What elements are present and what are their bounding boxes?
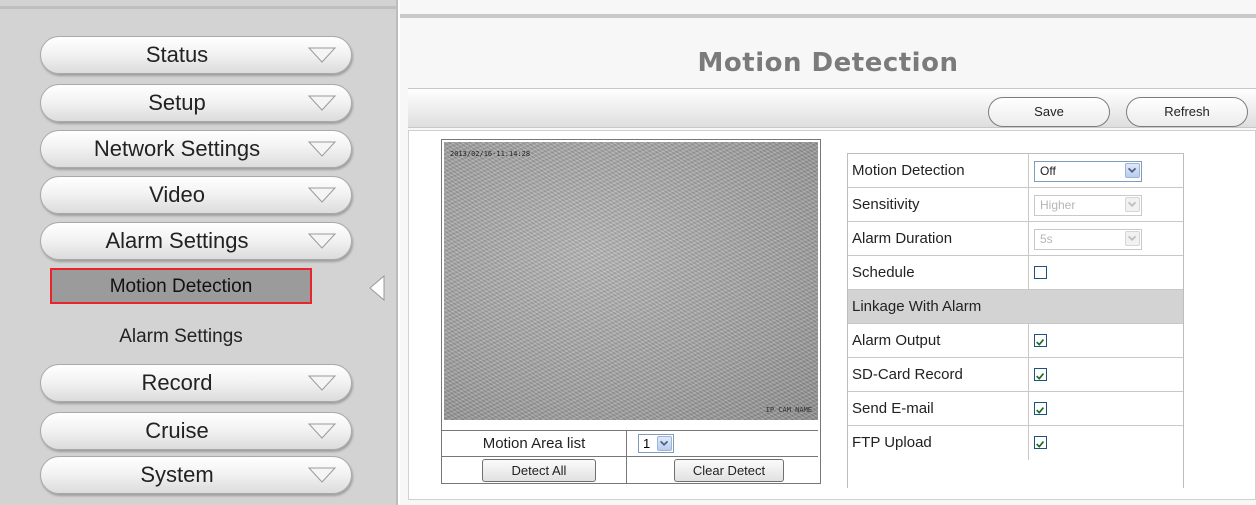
alarm-duration-row: Alarm Duration 5s <box>848 222 1183 256</box>
section-title: Linkage With Alarm <box>852 298 982 315</box>
toolbar: Save Refresh <box>408 88 1256 128</box>
clear-detect-button[interactable]: Clear Detect <box>674 459 784 482</box>
row-divider <box>1028 154 1029 188</box>
alarm-output-label: Alarm Output <box>852 332 941 349</box>
sidebar-nav: Status Setup Network Settings Video Alar… <box>0 0 398 505</box>
checkmark-icon <box>1036 406 1045 414</box>
chevron-down-icon <box>657 436 672 451</box>
alarm-duration-value: 5s <box>1040 232 1053 246</box>
motion-detection-panel: 2013/02/16-11:14:28 IP CAM NAME Motion A… <box>408 130 1256 500</box>
checkmark-icon <box>1036 440 1045 448</box>
sd-card-record-checkbox[interactable] <box>1034 368 1047 381</box>
menu-network-settings-button[interactable]: Network Settings <box>40 130 352 168</box>
sd-card-record-label: SD-Card Record <box>852 366 963 383</box>
send-email-row: Send E-mail <box>848 392 1183 426</box>
menu-label: Setup <box>148 90 206 115</box>
ftp-upload-checkbox[interactable] <box>1034 436 1047 449</box>
submenu-label: Motion Detection <box>109 276 253 297</box>
menu-system-button[interactable]: System <box>40 456 352 494</box>
menu-label: Cruise <box>145 418 209 443</box>
menu-label: Network Settings <box>93 136 261 161</box>
refresh-button[interactable]: Refresh <box>1126 97 1248 127</box>
submenu-alarm-settings[interactable]: Alarm Settings <box>50 320 312 356</box>
live-video-feed[interactable]: 2013/02/16-11:14:28 IP CAM NAME <box>444 142 818 420</box>
chevron-down-icon <box>307 141 337 157</box>
menu-label: Video <box>149 182 205 207</box>
video-timestamp: 2013/02/16-11:14:28 <box>450 150 531 158</box>
menu-label: Record <box>141 370 213 395</box>
chevron-down-icon <box>307 233 337 249</box>
chevron-down-icon <box>307 187 337 203</box>
menu-video-button[interactable]: Video <box>40 176 352 214</box>
linkage-with-alarm-header: Linkage With Alarm <box>848 290 1183 324</box>
motion-detection-row: Motion Detection Off <box>848 154 1183 188</box>
alarm-output-checkbox[interactable] <box>1034 334 1047 347</box>
chevron-down-icon <box>1125 197 1140 212</box>
motion-detection-select[interactable]: Off <box>1034 161 1142 182</box>
save-button[interactable]: Save <box>988 97 1110 127</box>
menu-cruise-button[interactable]: Cruise <box>40 412 352 450</box>
checkmark-icon <box>1036 338 1045 346</box>
row-divider <box>1028 222 1029 256</box>
submenu-motion-detection[interactable]: Motion Detection <box>50 268 312 304</box>
sensitivity-select: Higher <box>1034 195 1142 216</box>
motion-area-select[interactable]: 1 <box>638 434 674 453</box>
row-divider <box>1028 256 1029 290</box>
menu-status-button[interactable]: Status <box>40 36 352 74</box>
chevron-down-icon <box>307 47 337 63</box>
menu-alarm-settings-button[interactable]: Alarm Settings <box>40 222 352 260</box>
menu-label: Alarm Settings <box>105 228 249 253</box>
menu-label: Status <box>145 42 209 67</box>
motion-area-value: 1 <box>643 436 651 451</box>
chevron-down-icon <box>307 375 337 391</box>
row-divider <box>1028 358 1029 392</box>
row-divider <box>1028 426 1029 460</box>
motion-detection-label: Motion Detection <box>852 162 965 179</box>
detect-all-button[interactable]: Detect All <box>482 459 596 482</box>
sidebar-top-divider <box>0 6 398 9</box>
motion-area-list-label: Motion Area list <box>482 435 586 452</box>
chevron-down-icon <box>1125 163 1140 178</box>
alarm-duration-label: Alarm Duration <box>852 230 953 247</box>
motion-settings-table: Motion Detection Off Sensitivity Higher <box>847 153 1184 488</box>
main-top-divider <box>400 14 1256 18</box>
submenu-label: Alarm Settings <box>119 326 243 347</box>
video-camera-name: IP CAM NAME <box>765 406 812 414</box>
ftp-upload-row: FTP Upload <box>848 426 1183 460</box>
chevron-down-icon <box>307 423 337 439</box>
schedule-row: Schedule <box>848 256 1183 290</box>
menu-record-button[interactable]: Record <box>40 364 352 402</box>
row-divider <box>1028 392 1029 426</box>
checkmark-icon <box>1036 372 1045 380</box>
chevron-down-icon <box>307 95 337 111</box>
page-title: Motion Detection <box>697 48 959 78</box>
main-content: Motion Detection Save Refresh 2013/02/16… <box>400 0 1256 505</box>
menu-setup-button[interactable]: Setup <box>40 84 352 122</box>
chevron-down-icon <box>307 467 337 483</box>
menu-label: System <box>140 462 214 487</box>
alarm-output-row: Alarm Output <box>848 324 1183 358</box>
motion-detection-value: Off <box>1040 164 1056 178</box>
send-email-checkbox[interactable] <box>1034 402 1047 415</box>
sensitivity-row: Sensitivity Higher <box>848 188 1183 222</box>
sensitivity-label: Sensitivity <box>852 196 920 213</box>
schedule-label: Schedule <box>852 264 915 281</box>
send-email-label: Send E-mail <box>852 400 934 417</box>
sensitivity-value: Higher <box>1040 198 1076 212</box>
chevron-down-icon <box>1125 231 1140 246</box>
collapse-sidebar-icon[interactable] <box>368 275 386 301</box>
column-divider <box>626 457 627 483</box>
alarm-duration-select: 5s <box>1034 229 1142 250</box>
detect-buttons-row: Detect All Clear Detect <box>442 456 818 483</box>
ftp-upload-label: FTP Upload <box>852 434 932 451</box>
schedule-checkbox[interactable] <box>1034 266 1047 279</box>
video-preview-box: 2013/02/16-11:14:28 IP CAM NAME Motion A… <box>441 139 821 484</box>
column-divider <box>626 431 627 457</box>
sd-card-record-row: SD-Card Record <box>848 358 1183 392</box>
row-divider <box>1028 324 1029 358</box>
area-list-row: Motion Area list 1 <box>442 430 818 457</box>
row-divider <box>1028 188 1029 222</box>
